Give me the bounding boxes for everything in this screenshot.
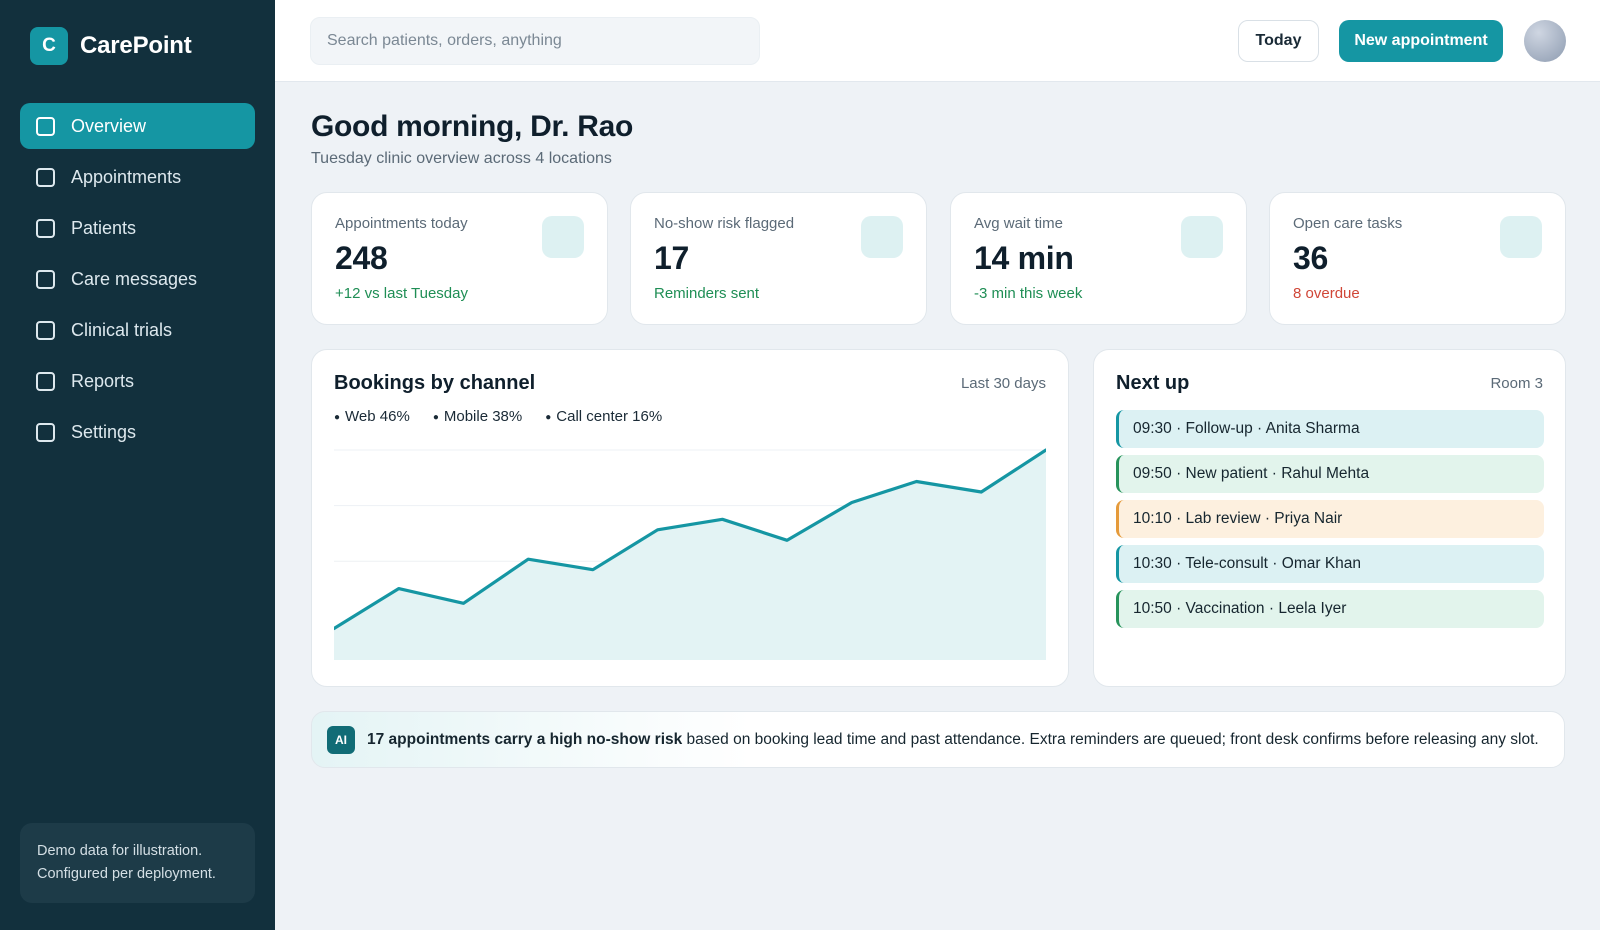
appointment-list: 09:30 · Follow-up · Anita Sharma 09:50 ·… [1116, 410, 1544, 635]
calendar-icon [542, 216, 584, 258]
ai-insight-detail: based on booking lead time and past atte… [682, 730, 1539, 748]
tasks-icon [1500, 216, 1542, 258]
sidebar-item-reports[interactable]: Reports [20, 358, 255, 404]
new-appointment-button[interactable]: New appointment [1339, 20, 1503, 62]
demo-note-line: Configured per deployment. [37, 866, 216, 882]
ai-insight-text: 17 appointments carry a high no-show ris… [367, 731, 1539, 749]
list-item[interactable]: 09:30 · Follow-up · Anita Sharma [1116, 410, 1544, 448]
sidebar-item-label: Clinical trials [71, 319, 173, 340]
kpi-card-no-show-risk[interactable]: No-show risk flagged 17 Reminders sent [630, 192, 927, 325]
sidebar-item-settings[interactable]: Settings [20, 409, 255, 455]
sidebar: C CarePoint Overview Appointments Patien… [0, 0, 275, 930]
sidebar-item-label: Settings [71, 421, 137, 442]
kpi-card-avg-wait-time[interactable]: Avg wait time 14 min -3 min this week [950, 192, 1247, 325]
care-messages-icon [36, 269, 55, 289]
overview-icon [36, 116, 55, 136]
clock-icon [1181, 216, 1223, 258]
chart-area-fill [334, 450, 1046, 660]
sidebar-item-appointments[interactable]: Appointments [20, 154, 255, 200]
next-up-panel: Next up Room 3 09:30 · Follow-up · Anita… [1093, 349, 1566, 687]
bookings-chart [334, 448, 1046, 660]
sidebar-item-label: Patients [71, 217, 137, 238]
sidebar-item-label: Care messages [71, 268, 198, 289]
page-title: Good morning, Dr. Rao [311, 110, 634, 143]
kpi-delta: 8 overdue [1293, 285, 1360, 302]
topbar: Today New appointment [275, 0, 1600, 82]
list-item[interactable]: 10:10 · Lab review · Priya Nair [1116, 500, 1544, 538]
sidebar-item-overview[interactable]: Overview [20, 103, 255, 149]
appointments-icon [36, 167, 55, 187]
ai-insight-banner: AI 17 appointments carry a high no-show … [311, 711, 1565, 768]
sidebar-item-label: Reports [71, 370, 135, 391]
sidebar-item-label: Appointments [71, 166, 182, 187]
sidebar-item-patients[interactable]: Patients [20, 205, 255, 251]
list-item[interactable]: 09:50 · New patient · Rahul Mehta [1116, 455, 1544, 493]
brand-logo: C [30, 27, 68, 65]
room-label: Room 3 [1490, 375, 1543, 392]
demo-note-line: Demo data for illustration. [37, 843, 203, 859]
sidebar-item-label: Overview [71, 115, 147, 136]
kpi-delta: +12 vs last Tuesday [335, 285, 468, 302]
list-item[interactable]: 10:50 · Vaccination · Leela Iyer [1116, 590, 1544, 628]
brand[interactable]: C CarePoint [30, 27, 192, 65]
kpi-card-appointments-today[interactable]: Appointments today 248 +12 vs last Tuesd… [311, 192, 608, 325]
next-up-title: Next up [1116, 372, 1190, 394]
bookings-range[interactable]: Last 30 days [961, 375, 1046, 392]
kpi-card-open-care-tasks[interactable]: Open care tasks 36 8 overdue [1269, 192, 1566, 325]
alert-icon [861, 216, 903, 258]
demo-note: Demo data for illustration. Configured p… [20, 823, 255, 903]
list-item[interactable]: 10:30 · Tele-consult · Omar Khan [1116, 545, 1544, 583]
search-input[interactable] [310, 17, 760, 65]
ai-badge: AI [327, 725, 355, 754]
clinical-trials-icon [36, 320, 55, 340]
today-button[interactable]: Today [1238, 20, 1319, 62]
page-subtitle: Tuesday clinic overview across 4 locatio… [311, 150, 612, 167]
kpi-delta: -3 min this week [974, 285, 1083, 302]
legend-item-mobile: Mobile 38% [433, 408, 522, 425]
avatar[interactable] [1524, 20, 1566, 62]
bookings-title: Bookings by channel [334, 372, 536, 394]
ai-insight-headline: 17 appointments carry a high no-show ris… [367, 730, 683, 748]
sidebar-nav: Overview Appointments Patients Care mess… [20, 103, 255, 460]
settings-icon [36, 422, 55, 442]
sidebar-item-clinical-trials[interactable]: Clinical trials [20, 307, 255, 353]
brand-name: CarePoint [80, 32, 192, 59]
sidebar-item-care-messages[interactable]: Care messages [20, 256, 255, 302]
legend-item-call-center: Call center 16% [545, 408, 662, 425]
legend-item-web: Web 46% [334, 408, 410, 425]
bookings-panel: Bookings by channel Last 30 days Web 46%… [311, 349, 1069, 687]
chart-legend: Web 46% Mobile 38% Call center 16% [334, 408, 662, 425]
kpi-delta: Reminders sent [654, 285, 760, 302]
reports-icon [36, 371, 55, 391]
patients-icon [36, 218, 55, 238]
